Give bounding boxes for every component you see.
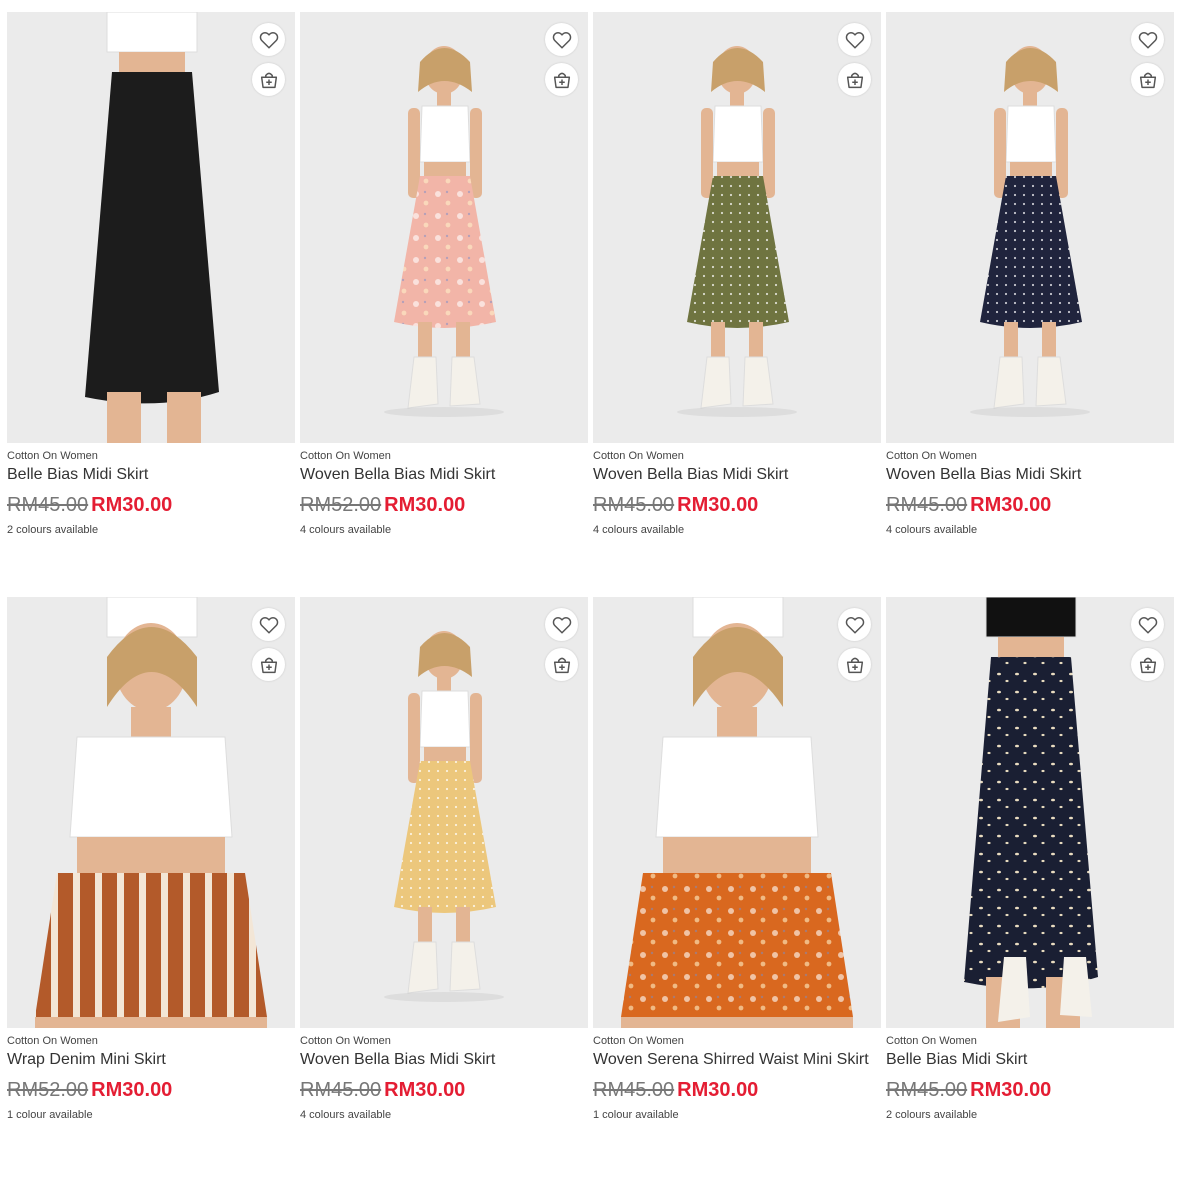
product-name[interactable]: Wrap Denim Mini Skirt xyxy=(7,1051,166,1069)
original-price: RM45.00 xyxy=(593,494,675,516)
sale-price: RM30.00 xyxy=(91,1079,173,1101)
product-name[interactable]: Woven Bella Bias Midi Skirt xyxy=(300,1051,495,1069)
wishlist-button[interactable] xyxy=(1131,23,1164,56)
product-card[interactable]: Cotton On Women Wrap Denim Mini Skirt RM… xyxy=(7,597,295,1182)
price-block: RM52.00 RM30.00 xyxy=(7,1079,172,1102)
price-block: RM45.00 RM30.00 xyxy=(886,1079,1051,1102)
add-to-bag-icon xyxy=(258,654,280,676)
original-price: RM52.00 xyxy=(7,1079,89,1101)
original-price: RM45.00 xyxy=(886,494,968,516)
product-brand: Cotton On Women xyxy=(7,1035,98,1047)
quick-add-button[interactable] xyxy=(545,63,578,96)
product-brand: Cotton On Women xyxy=(300,1035,391,1047)
product-brand: Cotton On Women xyxy=(300,450,391,462)
price-block: RM45.00 RM30.00 xyxy=(886,494,1051,517)
product-image[interactable] xyxy=(300,12,588,443)
sale-price: RM30.00 xyxy=(384,494,466,516)
heart-icon xyxy=(258,614,280,636)
quick-add-button[interactable] xyxy=(252,648,285,681)
price-block: RM52.00 RM30.00 xyxy=(300,494,465,517)
quick-add-button[interactable] xyxy=(1131,648,1164,681)
add-to-bag-icon xyxy=(258,69,280,91)
wishlist-button[interactable] xyxy=(252,608,285,641)
product-image[interactable] xyxy=(7,597,295,1028)
product-image[interactable] xyxy=(886,597,1174,1028)
product-image[interactable] xyxy=(7,12,295,443)
heart-icon xyxy=(1137,29,1159,51)
sale-price: RM30.00 xyxy=(91,494,173,516)
product-name[interactable]: Woven Bella Bias Midi Skirt xyxy=(886,466,1081,484)
original-price: RM45.00 xyxy=(593,1079,675,1101)
product-brand: Cotton On Women xyxy=(593,450,684,462)
add-to-bag-icon xyxy=(1137,69,1159,91)
add-to-bag-icon xyxy=(1137,654,1159,676)
product-name[interactable]: Belle Bias Midi Skirt xyxy=(7,466,148,484)
wishlist-button[interactable] xyxy=(252,23,285,56)
price-block: RM45.00 RM30.00 xyxy=(7,494,172,517)
sale-price: RM30.00 xyxy=(677,1079,759,1101)
product-card[interactable]: Cotton On Women Woven Bella Bias Midi Sk… xyxy=(886,12,1174,597)
product-grid: Cotton On Women Belle Bias Midi Skirt RM… xyxy=(7,12,1174,1182)
product-card[interactable]: Cotton On Women Belle Bias Midi Skirt RM… xyxy=(7,12,295,597)
product-name[interactable]: Woven Bella Bias Midi Skirt xyxy=(300,466,495,484)
colour-count: 4 colours available xyxy=(300,1109,392,1121)
sale-price: RM30.00 xyxy=(384,1079,466,1101)
quick-add-button[interactable] xyxy=(1131,63,1164,96)
price-block: RM45.00 RM30.00 xyxy=(593,494,758,517)
colour-count: 4 colours available xyxy=(886,524,978,536)
price-block: RM45.00 RM30.00 xyxy=(593,1079,758,1102)
wishlist-button[interactable] xyxy=(1131,608,1164,641)
product-card[interactable]: Cotton On Women Woven Bella Bias Midi Sk… xyxy=(300,597,588,1182)
original-price: RM45.00 xyxy=(7,494,89,516)
colour-count: 2 colours available xyxy=(886,1109,978,1121)
product-image[interactable] xyxy=(886,12,1174,443)
add-to-bag-icon xyxy=(844,69,866,91)
product-image[interactable] xyxy=(300,597,588,1028)
heart-icon xyxy=(551,29,573,51)
heart-icon xyxy=(844,614,866,636)
heart-icon xyxy=(844,29,866,51)
heart-icon xyxy=(258,29,280,51)
product-image[interactable] xyxy=(593,597,881,1028)
quick-add-button[interactable] xyxy=(252,63,285,96)
sale-price: RM30.00 xyxy=(970,494,1052,516)
product-card[interactable]: Cotton On Women Belle Bias Midi Skirt RM… xyxy=(886,597,1174,1182)
colour-count: 2 colours available xyxy=(7,524,99,536)
product-name[interactable]: Woven Bella Bias Midi Skirt xyxy=(593,466,788,484)
add-to-bag-icon xyxy=(551,69,573,91)
wishlist-button[interactable] xyxy=(838,608,871,641)
quick-add-button[interactable] xyxy=(545,648,578,681)
wishlist-button[interactable] xyxy=(545,23,578,56)
heart-icon xyxy=(551,614,573,636)
product-card[interactable]: Cotton On Women Woven Serena Shirred Wai… xyxy=(593,597,881,1182)
product-card[interactable]: Cotton On Women Woven Bella Bias Midi Sk… xyxy=(593,12,881,597)
quick-add-button[interactable] xyxy=(838,648,871,681)
price-block: RM45.00 RM30.00 xyxy=(300,1079,465,1102)
sale-price: RM30.00 xyxy=(677,494,759,516)
original-price: RM52.00 xyxy=(300,494,382,516)
product-brand: Cotton On Women xyxy=(7,450,98,462)
quick-add-button[interactable] xyxy=(838,63,871,96)
product-image[interactable] xyxy=(593,12,881,443)
original-price: RM45.00 xyxy=(886,1079,968,1101)
sale-price: RM30.00 xyxy=(970,1079,1052,1101)
product-brand: Cotton On Women xyxy=(886,450,977,462)
wishlist-button[interactable] xyxy=(545,608,578,641)
product-brand: Cotton On Women xyxy=(886,1035,977,1047)
product-name[interactable]: Belle Bias Midi Skirt xyxy=(886,1051,1027,1069)
product-name[interactable]: Woven Serena Shirred Waist Mini Skirt xyxy=(593,1051,869,1069)
product-brand: Cotton On Women xyxy=(593,1035,684,1047)
colour-count: 4 colours available xyxy=(593,524,685,536)
add-to-bag-icon xyxy=(551,654,573,676)
product-card[interactable]: Cotton On Women Woven Bella Bias Midi Sk… xyxy=(300,12,588,597)
heart-icon xyxy=(1137,614,1159,636)
add-to-bag-icon xyxy=(844,654,866,676)
original-price: RM45.00 xyxy=(300,1079,382,1101)
colour-count: 4 colours available xyxy=(300,524,392,536)
colour-count: 1 colour available xyxy=(593,1109,679,1121)
wishlist-button[interactable] xyxy=(838,23,871,56)
colour-count: 1 colour available xyxy=(7,1109,93,1121)
